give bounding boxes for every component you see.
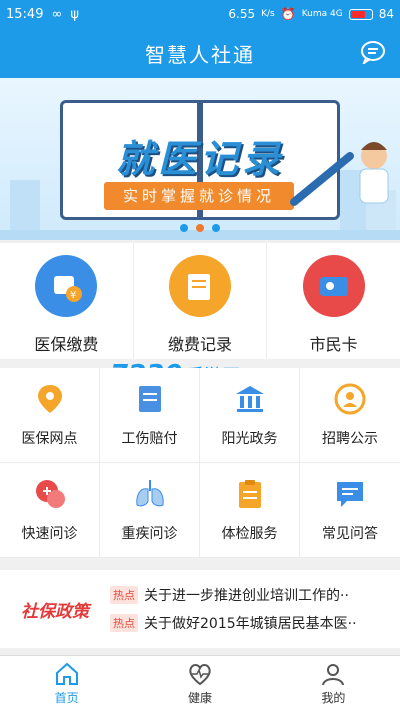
grid-item-medical-outlets[interactable]: 医保网点 [0,368,100,463]
tab-label: 首页 [54,691,79,705]
grid-label: 招聘公示 [322,431,378,447]
grid-item-faq[interactable]: 常见问答 [300,463,400,558]
service-label: 市民卡 [309,335,358,354]
grid-item-serious-illness[interactable]: 重疾问诊 [100,463,200,558]
location-pin-icon [37,385,62,413]
grid-item-checkup[interactable]: 体检服务 [200,463,300,558]
promo-banner[interactable]: 就医记录 实时掌握就诊情况 [0,78,400,240]
tab-home[interactable]: 首页 [0,656,133,711]
home-icon [55,662,78,685]
tab-label: 健康 [187,691,212,705]
grid-item-recruitment[interactable]: 招聘公示 [300,368,400,463]
bottom-tab-bar: 首页 健康 我的 [0,655,400,711]
tab-label: 我的 [321,691,346,705]
grid-label: 医保网点 [21,431,78,447]
network-speed-unit: K/s [261,9,275,19]
faq-chat-icon [337,482,363,507]
carrier-label: Kuma 4G [301,9,343,19]
heart-pulse-icon [189,664,211,686]
battery-icon [348,8,373,20]
grid-item-injury-compensation[interactable]: 工伤赔付 [100,368,200,463]
policy-news-logo: 社保政策 [21,601,89,622]
government-building-icon [235,386,264,412]
user-icon [322,664,345,686]
pagination-dot-active[interactable] [196,224,204,232]
top-bar: 15:49 ∞ ψ 6.55 K/s ⏰ Kuma 4G 84 智慧人社通 [0,0,400,78]
news-item[interactable]: 热点 关于进一步推进创业培训工作的·· [110,585,392,605]
checkup-clipboard-icon [238,480,261,508]
news-headline: 关于进一步推进创业培训工作的·· [144,588,349,604]
injury-compensation-icon [138,386,161,412]
battery-level: 84 [378,7,394,21]
doctor-character-illustration [359,142,389,204]
usb-icon: ψ [70,6,79,22]
alarm-icon: ⏰ [280,7,296,21]
quick-consult-icon [35,480,65,508]
svg-text:¥: ¥ [70,290,76,301]
hot-badge: 热点 [110,586,138,604]
message-icon[interactable] [360,40,386,64]
grid-label: 阳光政务 [221,431,278,447]
hot-badge: 热点 [110,614,138,632]
service-label: 缴费记录 [168,335,233,354]
grid-label: 工伤赔付 [121,431,178,447]
recruitment-icon [334,383,366,415]
payment-record-icon [169,255,231,317]
service-payment-record[interactable]: 缴费记录 [134,243,268,359]
title-bar: 智慧人社通 [0,28,400,78]
pagination-dot[interactable] [212,224,220,232]
grid-label: 快速问诊 [21,526,78,542]
service-label: 医保缴费 [34,335,99,354]
banner-pagination [0,224,400,232]
service-grid: 医保网点 工伤赔付 阳光政务 招聘公示 快速问诊 重疾问诊 体检服务 常见问答 [0,368,400,558]
grid-item-quick-consult[interactable]: 快速问诊 [0,463,100,558]
lungs-icon [135,480,164,507]
page-title: 智慧人社通 [145,42,255,67]
service-citizen-card[interactable]: 市民卡 [267,243,400,359]
pagination-dot[interactable] [180,224,188,232]
loop-icon: ∞ [51,6,63,22]
citizen-card-icon [302,255,365,317]
banner-subtitle: 实时掌握就诊情况 [104,182,294,210]
news-item[interactable]: 热点 关于做好2015年城镇居民基本医·· [110,613,392,633]
pencil-illustration [290,152,354,206]
policy-news: 社保政策 热点 关于进一步推进创业培训工作的·· 热点 关于做好2015年城镇居… [0,570,400,648]
grid-item-sunshine-government[interactable]: 阳光政务 [200,368,300,463]
grid-label: 体检服务 [221,526,278,542]
tab-health[interactable]: 健康 [133,656,266,711]
status-bar: 15:49 ∞ ψ 6.55 K/s ⏰ Kuma 4G 84 [0,0,400,28]
status-time: 15:49 [6,6,44,22]
main-services: ¥ 医保缴费 缴费记录 市民卡 [0,243,400,359]
grid-label: 常见问答 [322,526,378,542]
network-speed: 6.55 [228,7,256,21]
news-headline: 关于做好2015年城镇居民基本医·· [144,616,357,632]
tab-mine[interactable]: 我的 [267,656,400,711]
medical-payment-icon: ¥ [35,255,98,317]
service-medical-payment[interactable]: ¥ 医保缴费 [0,243,134,359]
news-list: 热点 关于进一步推进创业培训工作的·· 热点 关于做好2015年城镇居民基本医·… [110,585,400,633]
grid-label: 重疾问诊 [121,526,178,542]
